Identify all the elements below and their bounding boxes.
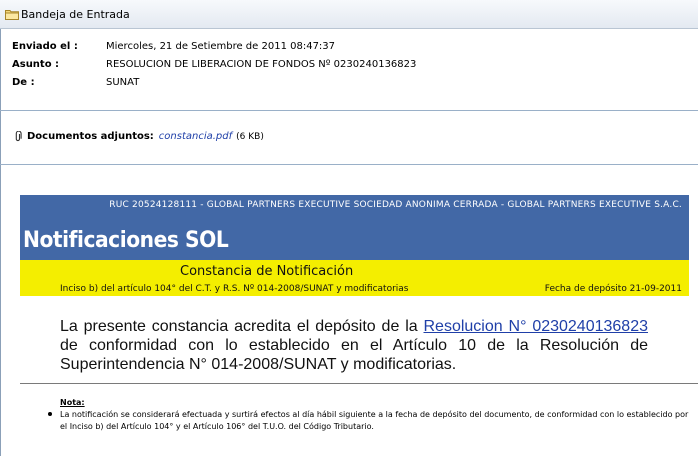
bullet-icon <box>48 412 52 416</box>
brand-title: Notificaciones SOL <box>23 228 229 253</box>
notice-banner: RUC 20524128111 - GLOBAL PARTNERS EXECUT… <box>20 195 689 260</box>
inciso-text: Inciso b) del artículo 104° del C.T. y R… <box>60 284 409 294</box>
folder-icon <box>5 9 19 20</box>
sent-label: Enviado el : <box>12 41 78 52</box>
attachment-link[interactable]: constancia.pdf <box>159 131 232 142</box>
resolution-link[interactable]: Resolucion N° 0230240136823 <box>424 318 649 335</box>
subject-label: Asunto : <box>12 59 60 70</box>
from-value: SUNAT <box>106 77 140 88</box>
nota-text: La notificación se considerará efectuada… <box>60 410 689 431</box>
constancia-title: Constancia de Notificación <box>180 264 354 279</box>
subject-value: RESOLUCION DE LIBERACION DE FONDOS Nº 02… <box>106 59 417 70</box>
attachments-row: Documentos adjuntos: constancia.pdf (6 K… <box>14 131 264 142</box>
paperclip-icon <box>15 131 22 142</box>
attachments-separator <box>0 164 698 165</box>
body-after: de conformidad con lo establecido en el … <box>60 337 648 373</box>
window-title: Bandeja de Entrada <box>21 7 130 21</box>
body-before: La presente constancia acredita el depós… <box>60 318 424 335</box>
constancia-bar: Constancia de Notificación Inciso b) del… <box>20 260 689 296</box>
attachments-label: Documentos adjuntos: <box>27 131 154 142</box>
sent-value: Miercoles, 21 de Setiembre de 2011 08:47… <box>106 41 336 52</box>
ruc-line: RUC 20524128111 - GLOBAL PARTNERS EXECUT… <box>109 200 682 210</box>
attachment-size: (6 KB) <box>236 131 264 142</box>
nota-title: Nota: <box>60 398 85 407</box>
header-separator <box>0 110 698 111</box>
window-titlebar: Bandeja de Entrada <box>0 0 698 29</box>
nota-separator <box>20 383 698 384</box>
from-label: De : <box>12 77 35 88</box>
constancia-body: La presente constancia acredita el depós… <box>60 317 648 374</box>
deposit-date: Fecha de depósito 21-09-2011 <box>544 284 682 294</box>
